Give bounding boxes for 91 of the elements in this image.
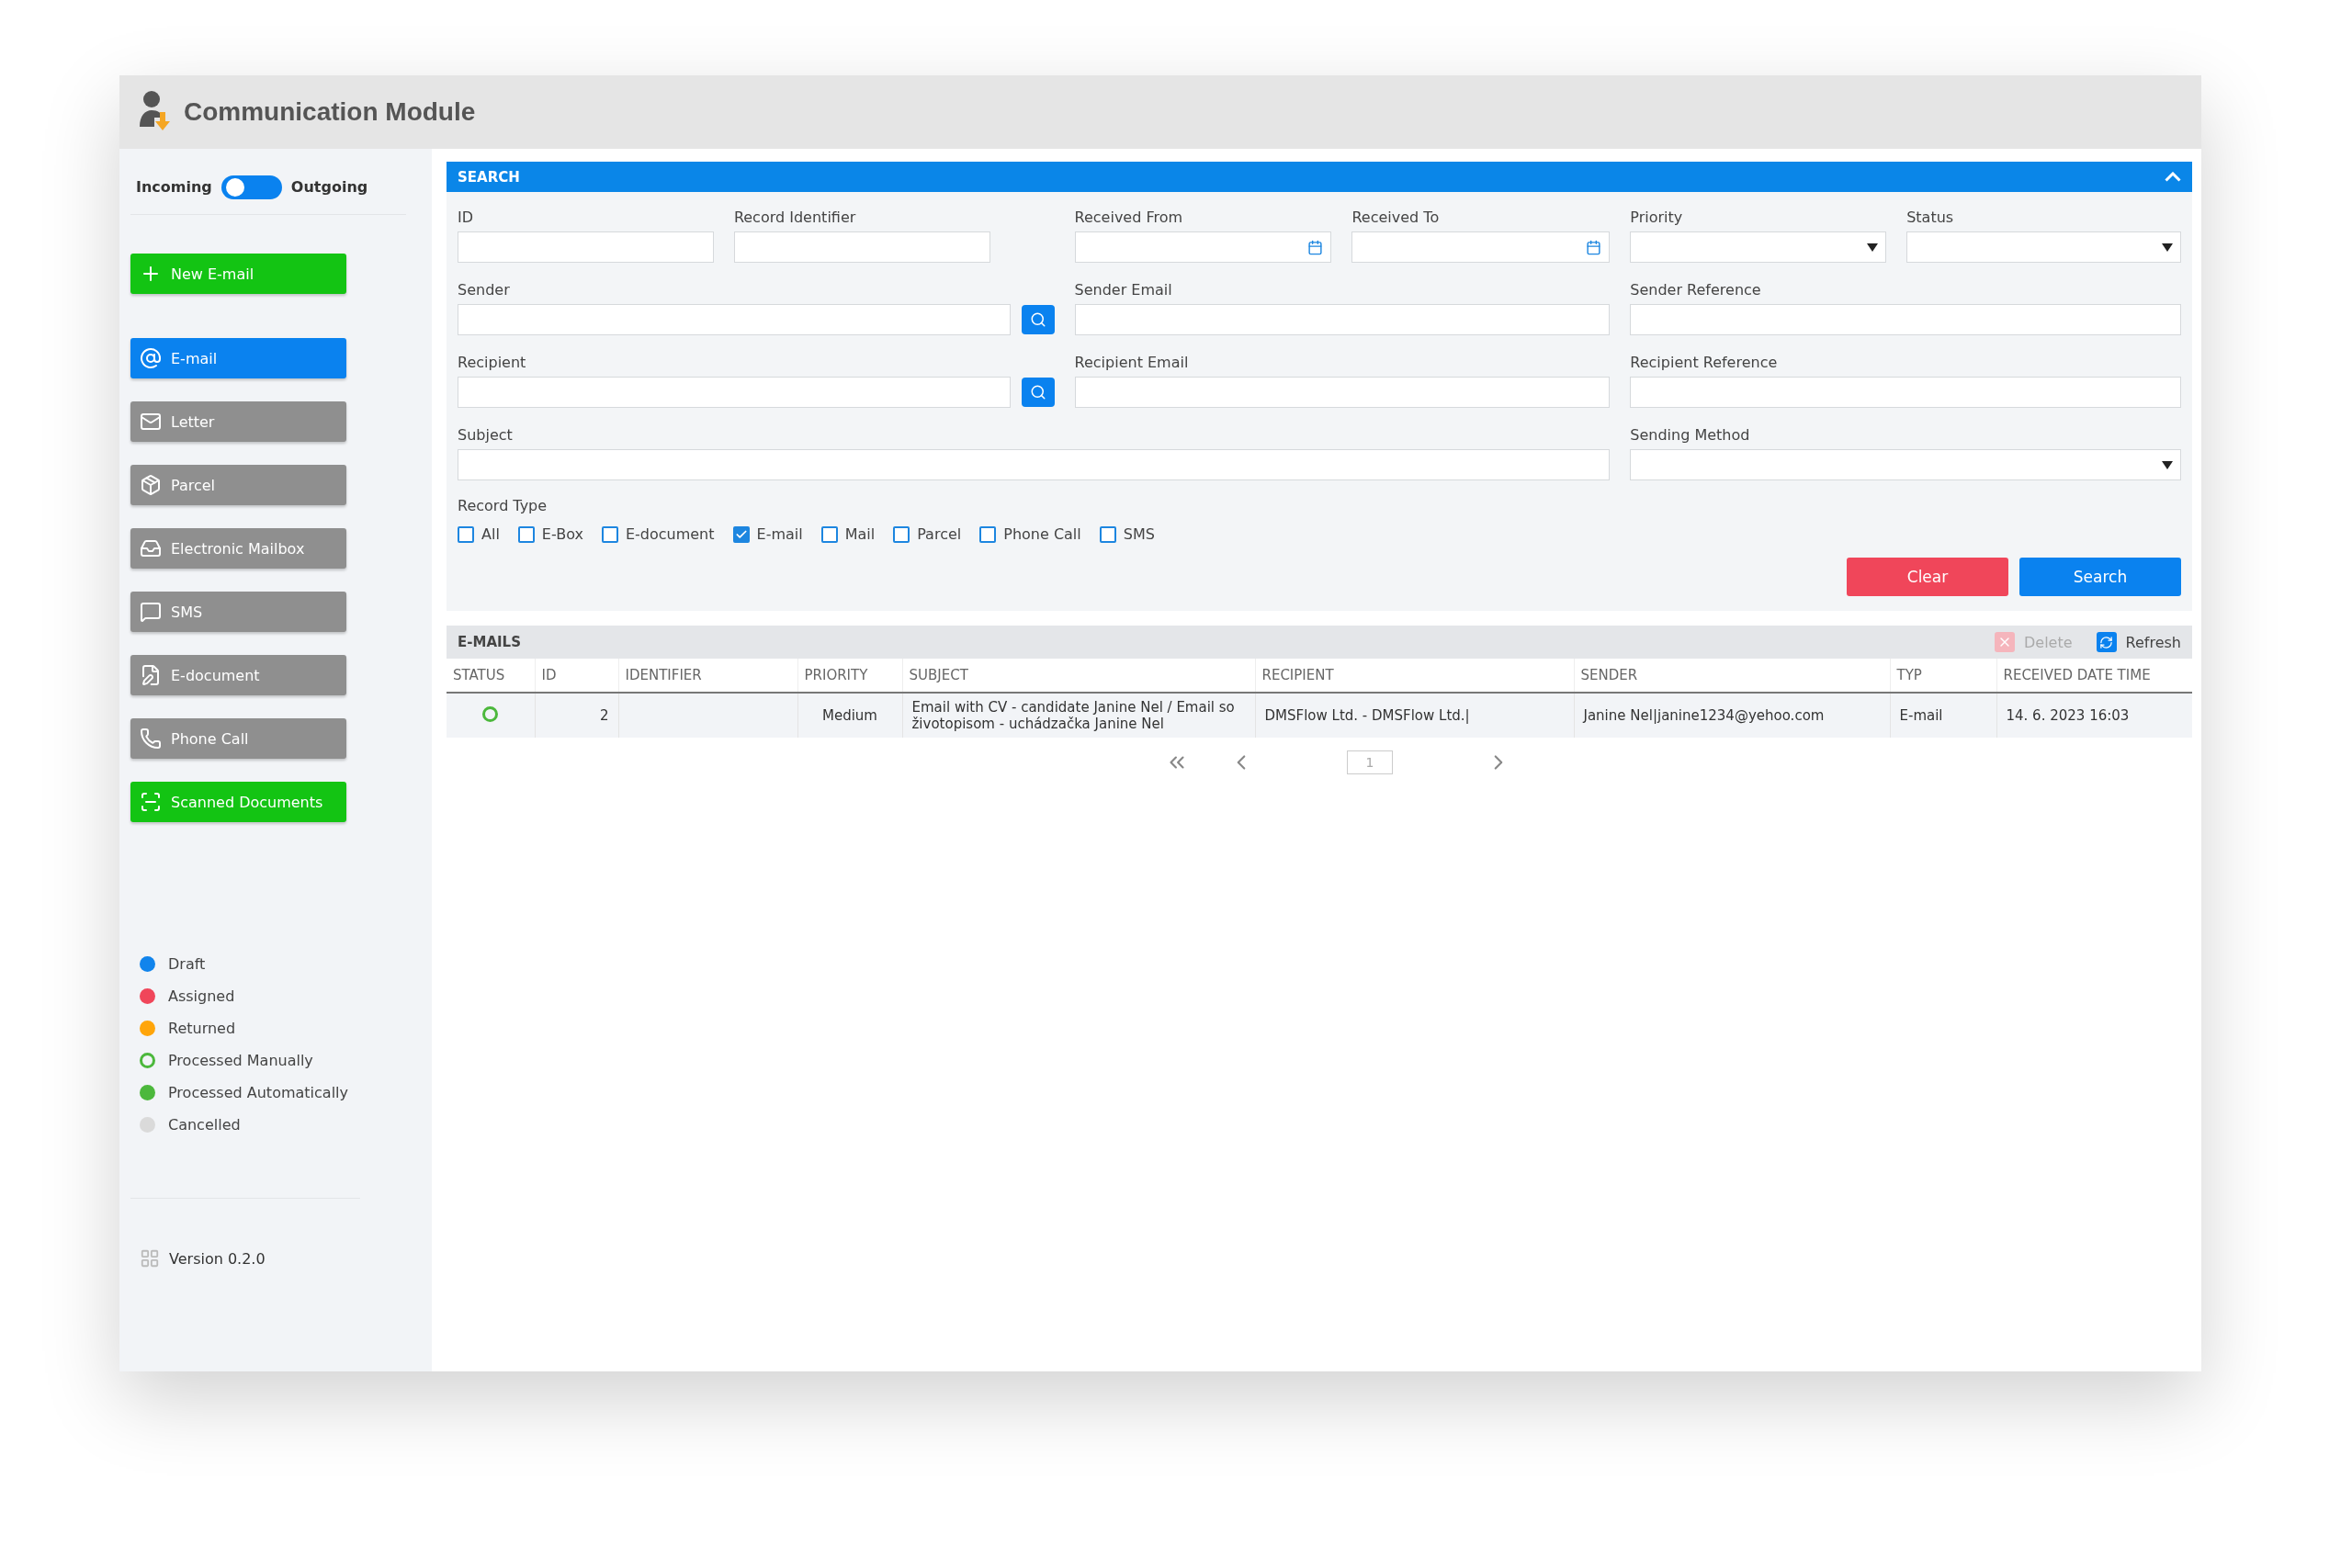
- input-field[interactable]: [458, 449, 1611, 480]
- input-field[interactable]: [733, 231, 990, 263]
- collapse-button[interactable]: [2165, 172, 2181, 182]
- box-icon: [140, 474, 162, 496]
- checkbox[interactable]: All: [458, 525, 500, 543]
- field-label: Recipient Reference: [1630, 354, 1779, 371]
- field-label: Received From: [1074, 209, 1184, 226]
- toggle-label: Incoming: [136, 178, 212, 196]
- input-field[interactable]: [458, 304, 1011, 335]
- input-field[interactable]: [1074, 304, 1611, 335]
- clear-button[interactable]: Clear: [1847, 558, 2008, 596]
- search-button[interactable]: [1021, 378, 1055, 407]
- search-button[interactable]: Search: [2019, 558, 2181, 596]
- field-label: Sender: [458, 281, 511, 299]
- legend-label: Cancelled: [168, 1116, 241, 1134]
- checkbox[interactable]: E-Box: [517, 525, 583, 543]
- dropdown-field[interactable]: [1630, 231, 1887, 263]
- app-title: Communication Module: [184, 97, 476, 127]
- direction-toggle[interactable]: [220, 175, 282, 199]
- chevron-up-icon: [2165, 172, 2181, 182]
- table-cell: Email with CV - candidate Janine Nel / Email so životopisom - uchádzačka Janine Nel: [902, 693, 1255, 738]
- table-cell: Medium: [797, 693, 902, 738]
- legend-label: Processed Automatically: [168, 1084, 348, 1101]
- legend-label: Returned: [168, 1020, 236, 1037]
- nav-button[interactable]: E-document: [130, 655, 346, 695]
- at-sign-icon: [140, 347, 162, 369]
- table-cell: DMSFlow Ltd. - DMSFlow Ltd.|: [1255, 693, 1574, 738]
- checkbox[interactable]: E-mail: [732, 525, 803, 543]
- table-cell: E-mail: [1890, 693, 1996, 738]
- toggle-label: Outgoing: [290, 178, 368, 196]
- dropdown-caret-icon: [1867, 243, 1879, 252]
- phone-icon: [140, 728, 162, 750]
- refresh-button[interactable]: Refresh: [2096, 632, 2181, 652]
- calendar-icon: [1586, 239, 1602, 255]
- inbox-icon: [140, 537, 162, 559]
- legend-label: Processed Manually: [168, 1052, 313, 1069]
- dropdown-field[interactable]: [1630, 449, 2181, 480]
- nav-button[interactable]: Phone Call: [130, 718, 346, 759]
- nav-button[interactable]: E-mail: [130, 338, 346, 378]
- nav-button[interactable]: Electronic Mailbox: [130, 528, 346, 569]
- scanner-icon: [140, 791, 162, 813]
- table-cell: 14. 6. 2023 16:03: [1996, 693, 2192, 738]
- checkbox[interactable]: Phone Call: [979, 525, 1081, 543]
- field-label: Record Identifier: [733, 209, 857, 226]
- action-button[interactable]: New E-mail: [130, 254, 346, 294]
- field-label: ID: [458, 209, 475, 226]
- field-label: Recipient Email: [1074, 354, 1190, 371]
- page-number-field[interactable]: 1: [1347, 750, 1393, 774]
- field-label: Recipient: [458, 354, 527, 371]
- field-label: Status: [1906, 209, 1955, 226]
- nav-button[interactable]: SMS: [130, 592, 346, 632]
- date-field[interactable]: [1074, 231, 1332, 263]
- calendar-icon: [1307, 239, 1324, 255]
- checkbox[interactable]: E-document: [601, 525, 715, 543]
- grid-icon: [140, 1248, 160, 1269]
- field-label: Record Type: [458, 497, 548, 514]
- version-text: Version 0.2.0: [169, 1249, 266, 1268]
- input-field[interactable]: [1630, 304, 2181, 335]
- panel-title: SEARCH: [458, 168, 520, 186]
- date-field[interactable]: [1351, 231, 1611, 263]
- field-label: Subject: [458, 426, 514, 444]
- nav-button[interactable]: Parcel: [130, 465, 346, 505]
- field-label: Sender Email: [1074, 281, 1173, 299]
- field-label: Received To: [1351, 209, 1441, 226]
- nav-button[interactable]: Letter: [130, 401, 346, 442]
- search-button[interactable]: [1021, 305, 1055, 334]
- checkbox[interactable]: Parcel: [893, 525, 962, 543]
- dropdown-caret-icon: [2162, 460, 2173, 469]
- chat-icon: [140, 601, 162, 623]
- input-field[interactable]: [458, 231, 714, 263]
- table-cell: Janine Nel|janine1234@yehoo.com: [1574, 693, 1890, 738]
- dropdown-caret-icon: [2162, 243, 2173, 252]
- dropdown-field[interactable]: [1906, 231, 2181, 263]
- field-label: Sender Reference: [1630, 281, 1762, 299]
- input-field[interactable]: [1630, 377, 2181, 408]
- envelope-icon: [140, 411, 162, 433]
- document-edit-icon: [140, 664, 162, 686]
- checkbox[interactable]: Mail: [820, 525, 876, 543]
- table-title: E-MAILS: [458, 634, 521, 650]
- table-cell: 2: [535, 693, 618, 738]
- checkbox[interactable]: SMS: [1099, 525, 1155, 543]
- input-field[interactable]: [458, 377, 1011, 408]
- legend-label: Draft: [168, 955, 206, 973]
- search-icon: [1029, 311, 1046, 328]
- refresh-icon: [2099, 635, 2114, 649]
- legend-label: Assigned: [168, 987, 235, 1005]
- action-button[interactable]: Scanned Documents: [130, 782, 346, 822]
- field-label: Priority: [1630, 209, 1684, 226]
- input-field[interactable]: [1074, 377, 1611, 408]
- field-label: Sending Method: [1630, 426, 1751, 444]
- search-icon: [1029, 384, 1046, 400]
